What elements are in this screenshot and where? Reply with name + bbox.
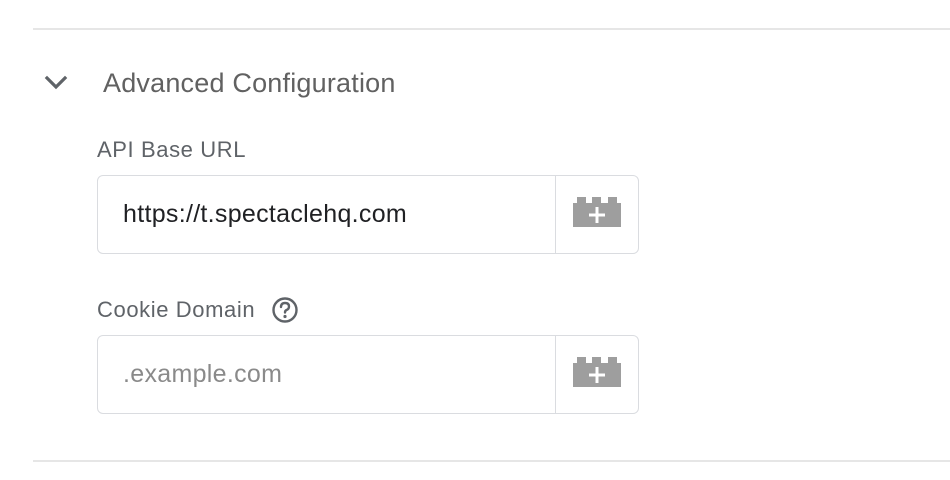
api-base-url-input[interactable] bbox=[98, 176, 555, 253]
advanced-configuration-header[interactable]: Advanced Configuration bbox=[33, 58, 396, 108]
help-circle-icon[interactable] bbox=[271, 296, 299, 324]
cookie-domain-input[interactable] bbox=[98, 336, 555, 413]
bottom-divider bbox=[33, 460, 950, 462]
section-title: Advanced Configuration bbox=[103, 67, 396, 98]
api-base-url-label-text: API Base URL bbox=[97, 137, 247, 162]
cookie-domain-label-text: Cookie Domain bbox=[97, 297, 256, 322]
cookie-domain-input-group bbox=[97, 335, 639, 414]
top-divider bbox=[33, 28, 950, 30]
add-variable-brick-icon bbox=[573, 357, 621, 392]
add-variable-brick-icon bbox=[573, 197, 621, 232]
advanced-configuration-panel: Advanced Configuration API Base URL Cook… bbox=[0, 0, 950, 480]
api-base-url-input-group bbox=[97, 175, 639, 254]
api-base-url-label: API Base URL bbox=[97, 137, 246, 163]
cookie-domain-label: Cookie Domain bbox=[97, 296, 299, 324]
api-base-url-variable-button[interactable] bbox=[555, 176, 638, 253]
cookie-domain-variable-button[interactable] bbox=[555, 336, 638, 413]
chevron-down-icon[interactable] bbox=[33, 60, 79, 106]
